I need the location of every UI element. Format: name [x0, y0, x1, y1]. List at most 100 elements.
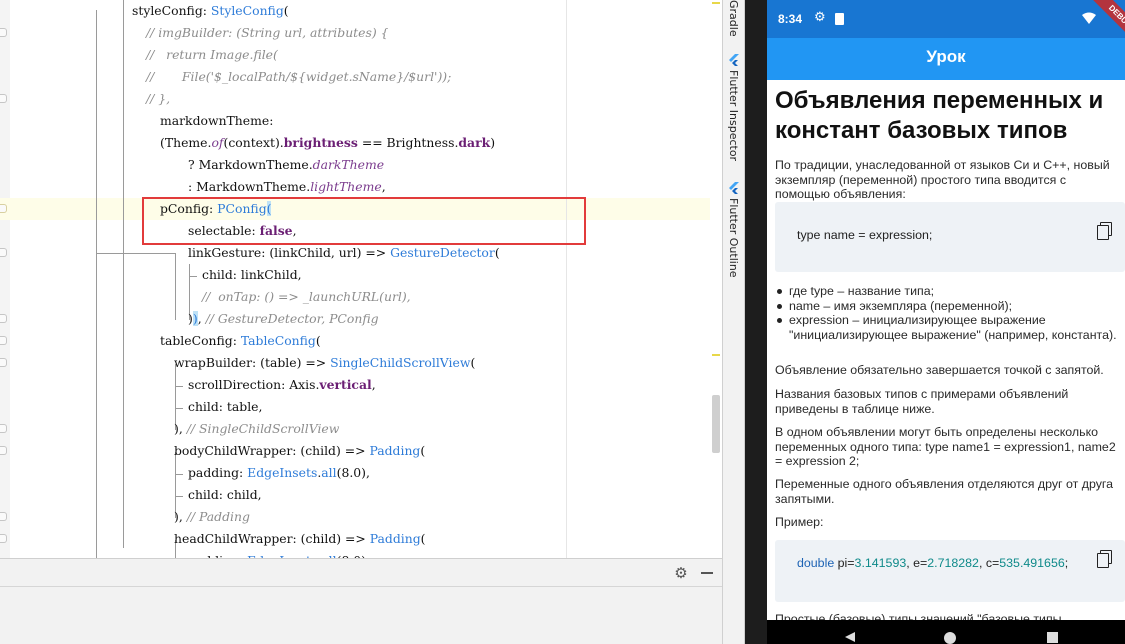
tab-flutter-outline-label: Flutter Outline: [727, 198, 740, 278]
code-text[interactable]: type name = expression;: [797, 228, 932, 242]
back-icon[interactable]: [845, 632, 855, 642]
lesson-content[interactable]: Объявления переменных и констант базовых…: [767, 80, 1125, 620]
code-line[interactable]: wrapBuilder: (table) => SingleChildScrol…: [174, 352, 475, 374]
tab-gradle-label: Gradle: [727, 0, 740, 37]
code-token: child: linkChild,: [202, 267, 302, 282]
code-token: GestureDetector: [390, 245, 495, 260]
code-line[interactable]: headChildWrapper: (child) => Padding(: [174, 528, 426, 550]
tree-guide: [96, 10, 97, 558]
bullet-list: где type – название типа; name – имя экз…: [775, 284, 1120, 342]
scrollbar-thumb[interactable]: [712, 395, 720, 453]
recents-icon[interactable]: [1047, 632, 1058, 643]
sd-card-icon: [835, 13, 844, 25]
code-line[interactable]: // return Image.file(: [146, 44, 278, 66]
tree-guide: [175, 408, 183, 409]
code-token: // File('$_localPath/${widget.sName}/$ur…: [146, 69, 452, 84]
gear-icon[interactable]: ⚙: [672, 564, 690, 582]
code-block: double pi=3.141593, e=2.718282, c=535.49…: [775, 540, 1125, 602]
code-token: ),: [174, 509, 187, 524]
code-line[interactable]: (Theme.of(context).brightness == Brightn…: [160, 132, 495, 154]
code-line[interactable]: markdownTheme:: [160, 110, 273, 132]
code-token: StyleConfig: [210, 3, 284, 18]
warning-stripe[interactable]: [712, 2, 720, 4]
code-number: 2.718282: [927, 556, 979, 570]
code-line[interactable]: scrollDirection: Axis.vertical,: [188, 374, 376, 396]
tree-guide: [123, 0, 124, 548]
editor-scrollbar[interactable]: [710, 0, 722, 558]
paragraph: Простые (базовые) типы значений "базовые…: [775, 612, 1062, 620]
intro-paragraph: По традиции, унаследованной от языков Си…: [775, 158, 1110, 201]
fold-marker[interactable]: [0, 534, 7, 543]
code-line[interactable]: padding: EdgeInsets.all(8.0),: [188, 462, 370, 484]
code-token: (context).: [223, 135, 284, 150]
fold-marker[interactable]: [0, 424, 7, 433]
code-line[interactable]: styleConfig: StyleConfig(: [132, 0, 289, 22]
fold-marker[interactable]: [0, 358, 7, 367]
code-token: (: [420, 443, 426, 458]
code-line[interactable]: child: child,: [188, 484, 262, 506]
tree-guide: [189, 276, 197, 277]
code-token: (: [283, 3, 289, 18]
code-token: // imgBuilder: (String url, attributes) …: [146, 25, 389, 40]
fold-marker[interactable]: [0, 336, 7, 345]
code-line[interactable]: ), // SingleChildScrollView: [174, 418, 339, 440]
android-emulator-screen[interactable]: 8:34 ⚙ DEBUG Урок Объявления переменных …: [767, 0, 1125, 644]
fold-marker[interactable]: [0, 446, 7, 455]
copy-icon[interactable]: [1097, 550, 1112, 568]
list-item: name – имя экземпляра (переменной);: [775, 299, 1120, 314]
code-token: : MarkdownTheme.: [188, 179, 311, 194]
paragraph: Переменные одного объявления отделяются …: [775, 477, 1114, 506]
fold-marker[interactable]: [0, 28, 7, 37]
code-line[interactable]: child: table,: [188, 396, 262, 418]
code-token: wrapBuilder: (table) =>: [174, 355, 331, 370]
home-icon[interactable]: [944, 632, 956, 644]
code-token: // onTap: () => _launchURL(url),: [202, 289, 411, 304]
right-tool-strip: Gradle Flutter Inspector Flutter Outline: [722, 0, 745, 644]
fold-marker[interactable]: [0, 204, 7, 213]
code-line[interactable]: padding: EdgeInsets.all(8.0),: [188, 550, 370, 558]
right-margin-guide: [566, 0, 567, 558]
tab-flutter-inspector[interactable]: Flutter Inspector: [725, 52, 743, 162]
code-token: vertical: [319, 377, 372, 392]
lesson-title: Объявления переменных и констант базовых…: [775, 87, 1104, 144]
code-token: child: child,: [188, 487, 262, 502]
code-token: all: [321, 465, 337, 480]
code-line[interactable]: linkGesture: (linkChild, url) => Gesture…: [188, 242, 500, 264]
code-line[interactable]: // },: [146, 88, 170, 110]
fold-marker[interactable]: [0, 512, 7, 521]
code-line[interactable]: )), // GestureDetector, PConfig: [188, 308, 379, 330]
list-item: expression – инициализирующее выражение …: [775, 313, 1120, 342]
tree-guide: [175, 386, 183, 387]
code-token: , e=: [906, 556, 928, 570]
warning-stripe[interactable]: [712, 354, 720, 356]
fold-marker[interactable]: [0, 248, 7, 257]
code-line[interactable]: ? MarkdownTheme.darkTheme: [188, 154, 384, 176]
code-line[interactable]: // File('$_localPath/${widget.sName}/$ur…: [146, 66, 451, 88]
code-editor[interactable]: styleConfig: StyleConfig( // imgBuilder: …: [0, 0, 722, 558]
flutter-icon: [729, 54, 739, 66]
code-token: // SingleChildScrollView: [186, 421, 340, 436]
paragraph: Пример:: [775, 515, 824, 529]
code-line[interactable]: ), // Padding: [174, 506, 250, 528]
code-text[interactable]: double pi=3.141593, e=2.718282, c=535.49…: [797, 556, 1068, 570]
code-token: darkTheme: [312, 157, 385, 172]
code-line[interactable]: bodyChildWrapper: (child) => Padding(: [174, 440, 425, 462]
minimize-icon[interactable]: [698, 564, 716, 582]
code-line[interactable]: // onTap: () => _launchURL(url),: [202, 286, 411, 308]
code-line[interactable]: tableConfig: TableConfig(: [160, 330, 321, 352]
tab-gradle[interactable]: Gradle: [725, 0, 743, 40]
code-number: 535.491656: [999, 556, 1065, 570]
code-token: brightness: [283, 135, 358, 150]
code-line[interactable]: // imgBuilder: (String url, attributes) …: [146, 22, 389, 44]
tab-flutter-outline[interactable]: Flutter Outline: [725, 180, 743, 280]
code-token: ;: [1064, 556, 1069, 570]
code-token: Padding: [369, 443, 421, 458]
fold-marker[interactable]: [0, 94, 7, 103]
code-line[interactable]: : MarkdownTheme.lightTheme,: [188, 176, 386, 198]
code-line[interactable]: child: linkChild,: [202, 264, 302, 286]
code-token: TableConfig: [240, 333, 316, 348]
fold-marker[interactable]: [0, 314, 7, 323]
code-token: dark: [458, 135, 491, 150]
copy-icon[interactable]: [1097, 222, 1112, 240]
tree-guide: [175, 474, 183, 475]
